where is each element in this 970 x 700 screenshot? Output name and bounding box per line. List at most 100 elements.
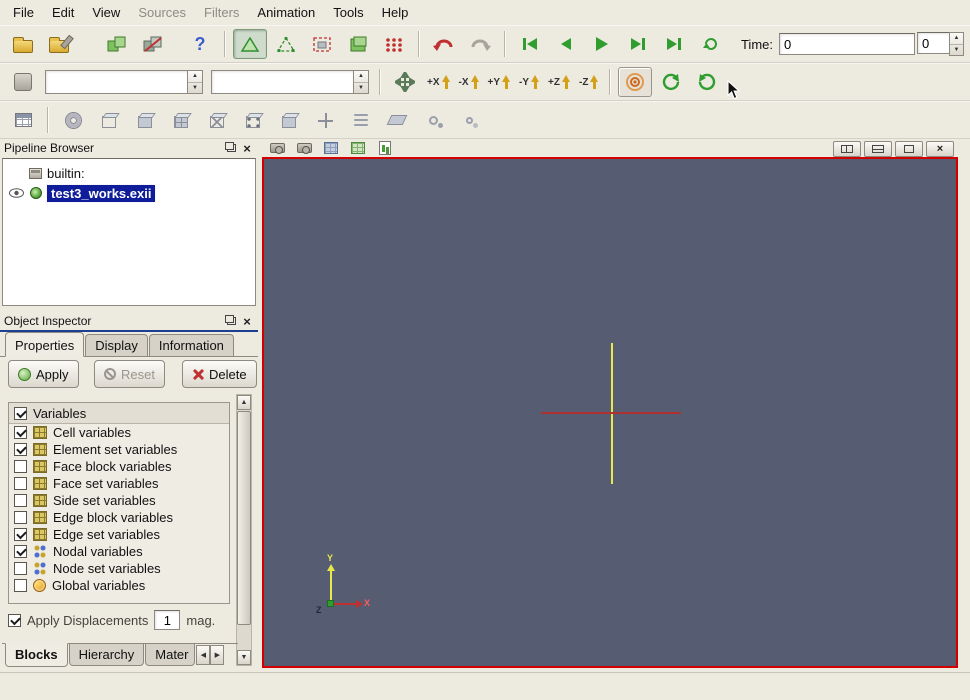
checkbox[interactable]	[14, 477, 27, 490]
tab-hierarchy[interactable]: Hierarchy	[68, 644, 145, 666]
camera-minus-x-button[interactable]: -X	[456, 73, 483, 91]
connect-server-button[interactable]	[100, 29, 134, 59]
checkbox[interactable]	[14, 528, 27, 541]
reset-button[interactable]: Reset	[94, 360, 165, 388]
camera-plus-x-button[interactable]: +X	[424, 73, 454, 91]
tab-display[interactable]: Display	[85, 334, 148, 356]
component-combo-field[interactable]	[211, 70, 353, 94]
small-glyphs-button[interactable]	[452, 105, 486, 135]
reset-camera-button[interactable]	[388, 67, 422, 97]
variable-combo-field[interactable]	[45, 70, 187, 94]
loop-button[interactable]	[693, 29, 727, 59]
visibility-toggle[interactable]	[7, 188, 25, 198]
camera-minus-z-button[interactable]: -Z	[576, 73, 602, 91]
shaded-surface-button[interactable]	[164, 105, 198, 135]
tab-materials[interactable]: Mater	[145, 644, 196, 666]
axes-glyph-button[interactable]	[308, 105, 342, 135]
color-legend-button[interactable]	[6, 67, 40, 97]
variable-row[interactable]: Edge block variables	[9, 509, 229, 526]
camera-plus-z-button[interactable]: +Z	[545, 73, 574, 91]
delete-button[interactable]: Delete	[182, 360, 257, 388]
checkbox[interactable]	[14, 426, 27, 439]
outline-button[interactable]	[92, 105, 126, 135]
variable-combo[interactable]: ▲ ▼	[45, 70, 203, 94]
spin-up-icon[interactable]: ▲	[354, 71, 368, 83]
apply-button[interactable]: Apply	[8, 360, 79, 388]
split-vertical-button[interactable]	[864, 141, 892, 157]
close-view-button[interactable]: ×	[926, 141, 954, 157]
variable-row[interactable]: Edge set variables	[9, 526, 229, 543]
checkbox[interactable]	[14, 545, 27, 558]
select-cells-on-button[interactable]	[232, 29, 267, 59]
menu-tools[interactable]: Tools	[324, 0, 372, 25]
capture-camera-button[interactable]	[268, 140, 286, 156]
camera-plus-y-button[interactable]: +Y	[485, 73, 515, 91]
pipeline-tree[interactable]: builtin: test3_works.exii	[2, 158, 256, 306]
select-block-button[interactable]	[377, 29, 411, 59]
pipeline-item-dataset[interactable]: test3_works.exii	[3, 183, 255, 203]
pipeline-item-builtin[interactable]: builtin:	[3, 163, 255, 183]
open-button[interactable]	[6, 29, 40, 59]
slice-plane-button[interactable]	[380, 105, 414, 135]
menu-help[interactable]: Help	[373, 0, 418, 25]
last-frame-button[interactable]	[657, 29, 691, 59]
checkbox[interactable]	[14, 579, 27, 592]
next-frame-button[interactable]	[621, 29, 655, 59]
variable-row[interactable]: Face set variables	[9, 475, 229, 492]
variable-row[interactable]: Nodal variables	[9, 543, 229, 560]
checkbox[interactable]	[14, 562, 27, 575]
play-button[interactable]	[585, 29, 619, 59]
select-points-on-button[interactable]	[269, 29, 303, 59]
first-frame-button[interactable]	[513, 29, 547, 59]
scroll-down-icon[interactable]: ▼	[237, 650, 251, 665]
menu-filters[interactable]: Filters	[195, 0, 248, 25]
displacement-magnitude-input[interactable]	[154, 610, 181, 630]
variable-combo-arrows[interactable]: ▲ ▼	[187, 70, 203, 94]
previous-frame-button[interactable]	[549, 29, 583, 59]
roll-clockwise-button[interactable]	[690, 67, 724, 97]
camera-minus-y-button[interactable]: -Y	[516, 73, 543, 91]
spin-down-icon[interactable]: ▼	[950, 45, 963, 56]
spin-down-icon[interactable]: ▼	[188, 83, 202, 94]
variable-row[interactable]: Side set variables	[9, 492, 229, 509]
redo-button[interactable]	[463, 29, 497, 59]
undock-pipeline-button[interactable]	[224, 141, 238, 155]
spreadsheet-view-button[interactable]	[6, 105, 40, 135]
save-data-button[interactable]	[42, 29, 76, 59]
tab-properties[interactable]: Properties	[5, 332, 85, 357]
tab-scroll-left-icon[interactable]: ◀	[196, 645, 211, 665]
menu-edit[interactable]: Edit	[43, 0, 83, 25]
variable-row[interactable]: Node set variables	[9, 560, 229, 577]
variable-row[interactable]: Face block variables	[9, 458, 229, 475]
close-pipeline-button[interactable]: ×	[240, 141, 254, 155]
menu-file[interactable]: File	[4, 0, 43, 25]
pin-view-button[interactable]	[295, 140, 313, 156]
checkbox[interactable]	[14, 511, 27, 524]
displacements-checkbox[interactable]	[8, 613, 21, 627]
variables-checkbox[interactable]	[14, 406, 27, 420]
checkbox[interactable]	[14, 494, 27, 507]
frame-spin-buttons[interactable]: ▲ ▼	[949, 32, 964, 56]
wireframe-button[interactable]	[200, 105, 234, 135]
roll-counterclockwise-button[interactable]	[654, 67, 688, 97]
scrollbar-thumb[interactable]	[237, 411, 251, 625]
component-combo-arrows[interactable]: ▲ ▼	[353, 70, 369, 94]
menu-sources[interactable]: Sources	[129, 0, 195, 25]
undock-inspector-button[interactable]	[224, 314, 238, 328]
help-button[interactable]: ?	[183, 29, 217, 59]
spin-up-icon[interactable]: ▲	[950, 33, 963, 45]
maximize-view-button[interactable]	[895, 141, 923, 157]
menu-view[interactable]: View	[83, 0, 129, 25]
tab-information[interactable]: Information	[148, 334, 234, 356]
surface-with-edges-button[interactable]	[272, 105, 306, 135]
render-view[interactable]: Y X Z	[262, 157, 958, 668]
spin-down-icon[interactable]: ▼	[354, 83, 368, 94]
frame-spinbox[interactable]: ▲▼	[917, 32, 964, 56]
surface-button[interactable]	[128, 105, 162, 135]
spin-up-icon[interactable]: ▲	[188, 71, 202, 83]
tab-blocks[interactable]: Blocks	[5, 643, 68, 667]
contour-lines-button[interactable]	[344, 105, 378, 135]
variable-row[interactable]: Cell variables	[9, 424, 229, 441]
tab-scroll-right-icon[interactable]: ▶	[210, 645, 225, 665]
split-horizontal-button[interactable]	[833, 141, 861, 157]
